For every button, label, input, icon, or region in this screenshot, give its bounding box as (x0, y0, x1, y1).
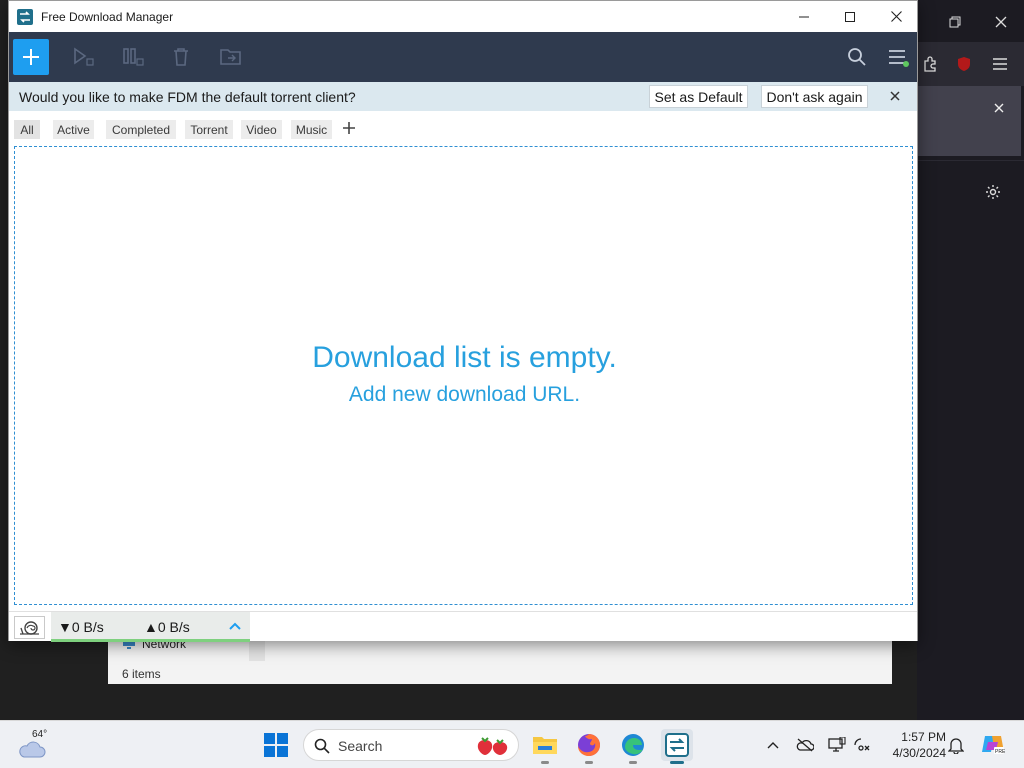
search-label: Search (338, 738, 383, 754)
background-browser-window (917, 0, 1024, 720)
add-url-link[interactable]: Add new download URL. (15, 383, 914, 407)
gear-icon[interactable] (983, 182, 1003, 202)
close-icon[interactable] (991, 100, 1007, 116)
tab-video[interactable]: Video (241, 120, 282, 139)
add-download-button[interactable] (13, 39, 49, 75)
snail-mode-button[interactable] (14, 616, 45, 639)
weather-widget[interactable]: 64° (18, 729, 58, 761)
download-list-dropzone[interactable]: Download list is empty. Add new download… (14, 146, 913, 605)
search-icon (314, 738, 330, 754)
fdm-taskbar-icon[interactable] (661, 729, 693, 761)
scrollbar[interactable] (249, 641, 265, 661)
restore-icon[interactable] (947, 14, 963, 30)
plus-icon (23, 49, 39, 65)
svg-text:PRE: PRE (995, 749, 1005, 755)
clock[interactable]: 1:57 PM 4/30/2024 (880, 729, 946, 761)
fdm-window: Free Download Manager Would you like to … (8, 0, 918, 642)
add-tab-icon[interactable] (340, 119, 358, 137)
status-bar: ▼0 B/s ▲0 B/s (9, 611, 917, 642)
chevron-up-icon[interactable] (763, 735, 783, 755)
copilot-icon[interactable]: PRE (980, 731, 1006, 757)
dont-ask-again-button[interactable]: Don't ask again (761, 85, 868, 108)
default-client-notification: Would you like to make FDM the default t… (9, 82, 917, 111)
minimize-icon (799, 16, 809, 17)
empty-list-title: Download list is empty. (312, 341, 617, 374)
strawberry-icon (477, 737, 508, 755)
main-toolbar (9, 32, 917, 82)
firefox-icon[interactable] (573, 729, 605, 761)
windows-start-icon[interactable] (264, 733, 288, 757)
divider (917, 160, 1024, 161)
firefox-running-indicator (585, 761, 593, 764)
tab-completed[interactable]: Completed (106, 120, 176, 139)
main-menu-icon[interactable] (886, 45, 910, 69)
browser-notification-panel (917, 86, 1021, 156)
tab-active[interactable]: Active (53, 120, 94, 139)
fdm-running-indicator (670, 761, 684, 764)
close-button[interactable] (873, 1, 919, 32)
ublock-icon[interactable] (954, 54, 974, 74)
snail-icon (19, 620, 39, 635)
notification-message: Would you like to make FDM the default t… (19, 89, 356, 105)
edge-running-indicator (629, 761, 637, 764)
pause-icon[interactable] (121, 45, 145, 69)
cloud-icon (19, 741, 46, 758)
resume-icon[interactable] (72, 45, 96, 69)
trash-icon[interactable] (169, 45, 193, 69)
speed-panel[interactable]: ▼0 B/s ▲0 B/s (51, 612, 250, 642)
edge-icon[interactable] (617, 729, 649, 761)
display-icon[interactable] (827, 735, 847, 755)
taskbar-search[interactable]: Search (303, 729, 519, 761)
browser-titlebar (917, 0, 1024, 42)
item-count: 6 items (122, 667, 161, 681)
minimize-button[interactable] (781, 1, 827, 32)
close-icon[interactable] (886, 87, 904, 105)
set-as-default-button[interactable]: Set as Default (649, 85, 748, 108)
background-file-explorer: Network 6 items (108, 637, 892, 684)
tab-torrent[interactable]: Torrent (185, 120, 233, 139)
tab-all[interactable]: All (14, 120, 40, 139)
maximize-icon (845, 11, 855, 22)
hamburger-menu-icon[interactable] (990, 54, 1010, 74)
explorer-running-indicator (541, 761, 549, 764)
onedrive-icon[interactable] (795, 735, 815, 755)
browser-toolbar (917, 42, 1024, 86)
close-icon (890, 11, 902, 22)
chevron-up-icon[interactable] (227, 618, 243, 634)
close-icon[interactable] (993, 14, 1009, 30)
tab-music[interactable]: Music (291, 120, 332, 139)
download-speed: ▼0 B/s (58, 619, 104, 635)
extensions-icon[interactable] (920, 54, 940, 74)
weather-temp: 64° (32, 729, 48, 740)
filter-tabs: All Active Completed Torrent Video Music (9, 111, 917, 145)
network-disconnected-icon[interactable] (852, 735, 872, 755)
clock-time: 1:57 PM (901, 730, 946, 744)
window-titlebar[interactable]: Free Download Manager (9, 1, 917, 32)
fdm-app-icon (17, 8, 33, 25)
maximize-button[interactable] (827, 1, 873, 32)
taskbar: 64° Search 1:57 PM 4/30/2024 PRE (0, 720, 1024, 768)
move-folder-icon[interactable] (219, 45, 243, 69)
upload-speed: ▲0 B/s (144, 619, 190, 635)
file-explorer-icon[interactable] (529, 729, 561, 761)
clock-date: 4/30/2024 (892, 746, 946, 760)
window-title: Free Download Manager (41, 9, 174, 24)
bell-icon[interactable] (946, 735, 966, 755)
search-icon[interactable] (845, 45, 869, 69)
